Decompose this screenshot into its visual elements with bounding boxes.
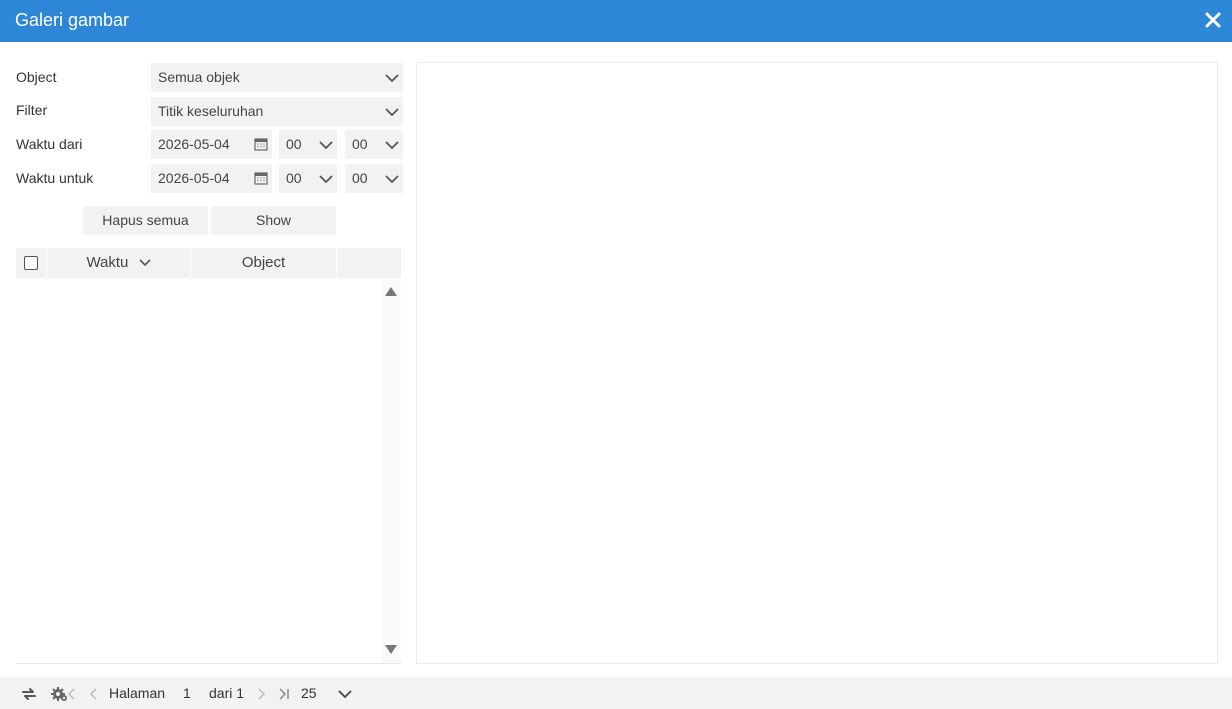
page-number-input[interactable]: 1 — [183, 685, 191, 701]
refresh-icon[interactable] — [20, 685, 38, 703]
chevron-down-icon — [319, 175, 333, 184]
column-header-object[interactable]: Object — [191, 248, 336, 278]
page-count-label: dari 1 — [209, 685, 245, 701]
time-to-date-value: 2026-05-04 — [158, 170, 230, 186]
show-button[interactable]: Show — [211, 206, 336, 235]
time-to-hour-value: 00 — [286, 170, 302, 186]
pager-bar: Halaman 1 dari 1 25 — [0, 677, 1232, 709]
time-to-date-input[interactable]: 2026-05-04 — [151, 164, 272, 193]
time-to-minute-select[interactable]: 00 — [345, 164, 403, 193]
first-page-icon[interactable] — [64, 685, 78, 703]
window-title: Galeri gambar — [15, 10, 130, 30]
time-to-hour-select[interactable]: 00 — [279, 164, 337, 193]
image-preview-pane — [416, 62, 1218, 664]
time-from-minute-select[interactable]: 00 — [345, 130, 403, 159]
column-header-waktu-label: Waktu — [86, 254, 129, 271]
time-from-hour-value: 00 — [286, 136, 302, 152]
time-from-label: Waktu dari — [16, 136, 83, 152]
window-titlebar: Galeri gambar — [0, 0, 1232, 42]
select-all-checkbox[interactable] — [24, 256, 38, 270]
list-scrollbar[interactable] — [381, 280, 401, 663]
chevron-down-icon — [385, 108, 399, 117]
column-divider — [336, 248, 337, 278]
filter-select[interactable]: Titik keseluruhan — [151, 97, 403, 126]
chevron-down-icon — [319, 141, 333, 150]
sort-desc-icon — [138, 259, 151, 267]
chevron-down-icon — [385, 141, 399, 150]
scroll-down-icon[interactable] — [385, 645, 397, 654]
time-to-label: Waktu untuk — [16, 170, 94, 186]
close-icon[interactable] — [1205, 12, 1221, 28]
next-page-icon[interactable] — [255, 685, 269, 703]
list-divider — [16, 663, 401, 664]
filter-label: Filter — [16, 102, 48, 118]
chevron-down-icon — [385, 74, 399, 83]
chevron-down-icon — [385, 175, 399, 184]
time-from-hour-select[interactable]: 00 — [279, 130, 337, 159]
filter-select-value: Titik keseluruhan — [158, 103, 264, 119]
table-header: Waktu Object — [16, 248, 401, 278]
time-from-date-input[interactable]: 2026-05-04 — [151, 130, 272, 159]
page-label: Halaman — [109, 685, 166, 701]
calendar-icon[interactable] — [254, 171, 268, 185]
object-select[interactable]: Semua objek — [151, 63, 403, 92]
time-from-date-value: 2026-05-04 — [158, 136, 230, 152]
object-select-value: Semua objek — [158, 69, 240, 85]
page-size-value[interactable]: 25 — [301, 685, 317, 701]
column-header-waktu[interactable]: Waktu — [47, 248, 190, 278]
object-label: Object — [16, 69, 57, 85]
calendar-icon[interactable] — [254, 137, 268, 151]
time-from-minute-value: 00 — [352, 136, 368, 152]
time-to-minute-value: 00 — [352, 170, 368, 186]
clear-all-button[interactable]: Hapus semua — [83, 206, 208, 235]
last-page-icon[interactable] — [277, 685, 291, 703]
chevron-down-icon[interactable] — [337, 685, 353, 703]
scroll-up-icon[interactable] — [385, 287, 397, 296]
prev-page-icon[interactable] — [86, 685, 100, 703]
